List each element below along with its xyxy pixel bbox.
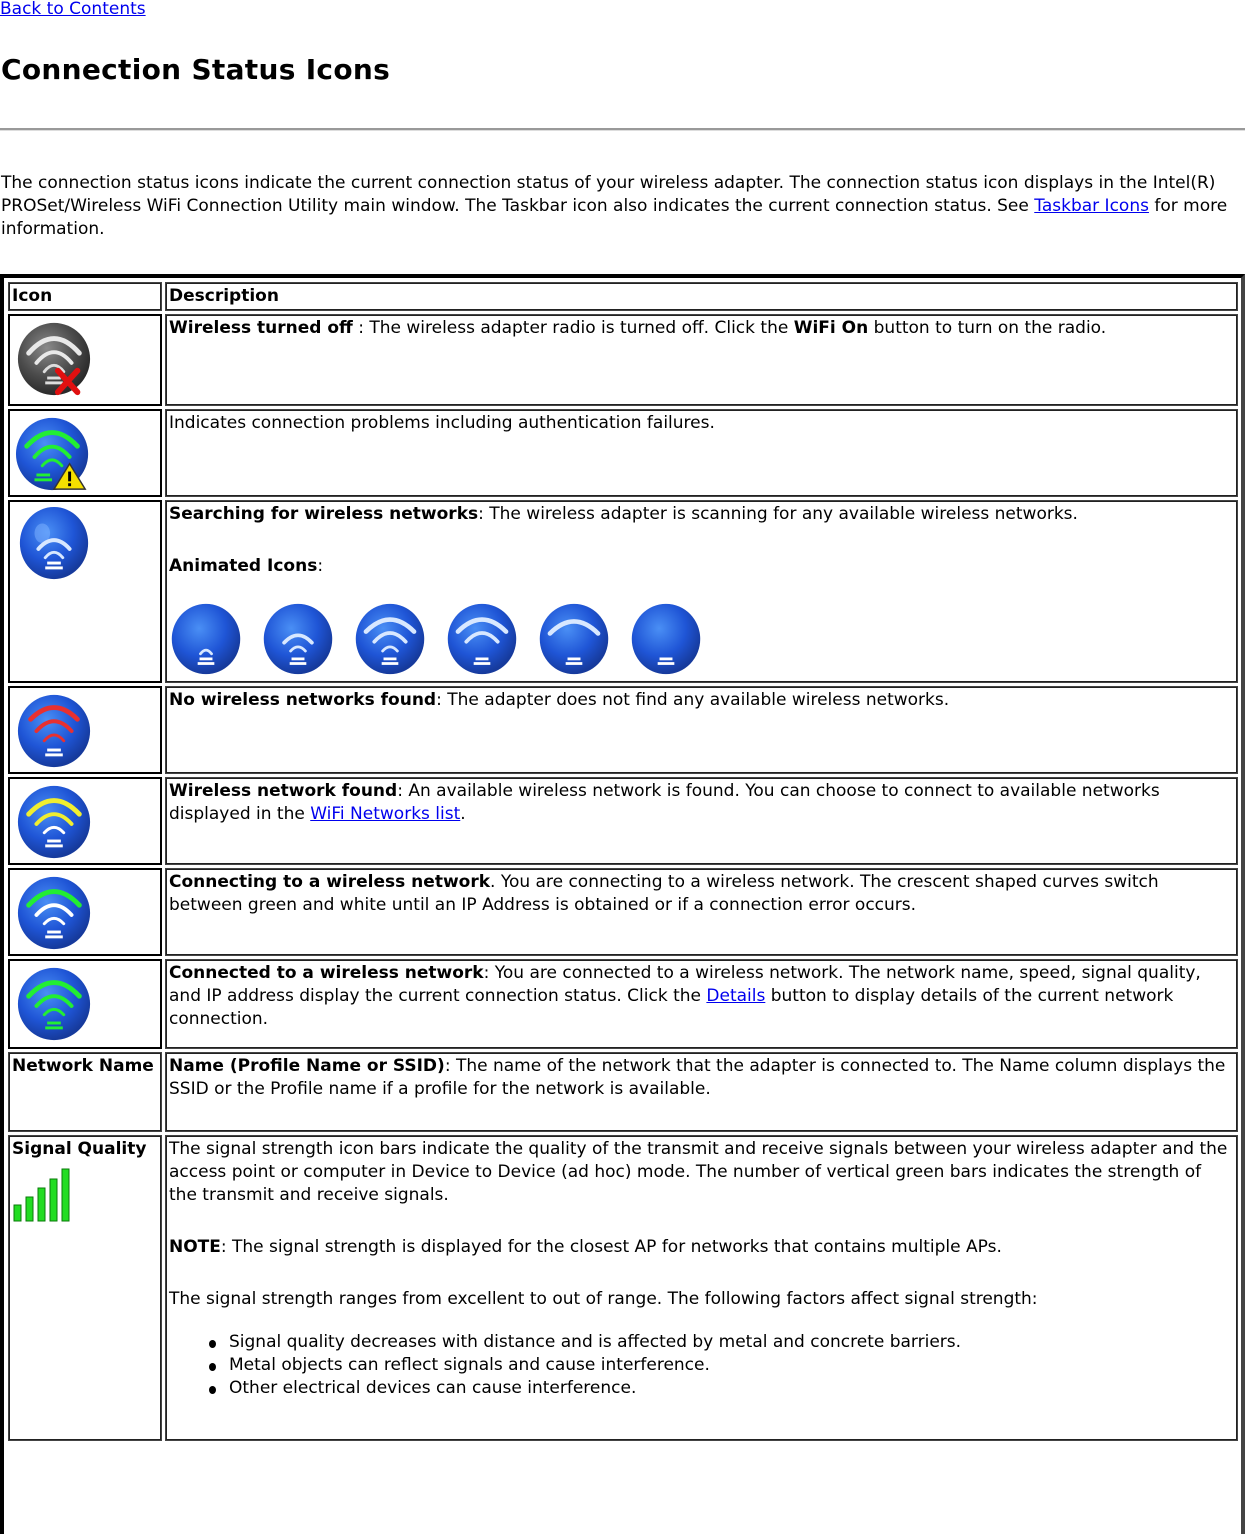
details-link[interactable]: Details	[706, 986, 765, 1006]
wifi-searching-icon	[19, 506, 89, 580]
separator: :	[397, 781, 409, 801]
row-title: Wireless turned off	[169, 318, 353, 338]
description-cell: Connecting to a wireless network. You ar…	[165, 868, 1238, 956]
list-item: Metal objects can reflect signals and ca…	[209, 1354, 1234, 1377]
description-cell: No wireless networks found: The adapter …	[165, 686, 1238, 774]
icon-cell	[8, 959, 162, 1049]
row-text: The signal strength icon bars indicate t…	[169, 1139, 1228, 1205]
table-row: Network Name Name (Profile Name or SSID)…	[8, 1052, 1238, 1132]
row-label: Network Name	[12, 1056, 154, 1076]
note-text: : The signal strength is displayed for t…	[220, 1237, 1002, 1257]
separator: :	[317, 556, 324, 576]
searching-frame-4-icon	[447, 603, 517, 675]
row-label: Signal Quality	[12, 1139, 147, 1159]
wifi-networks-list-link[interactable]: WiFi Networks list	[310, 804, 460, 824]
label-cell: Signal Quality	[8, 1135, 162, 1441]
header-icon: Icon	[8, 282, 162, 311]
row-title: Wireless network found	[169, 781, 398, 801]
description-cell: Wireless network found: An available wir…	[165, 777, 1238, 865]
description-cell: Indicates connection problems including …	[165, 409, 1238, 497]
icon-cell	[8, 686, 162, 774]
table-row: Indicates connection problems including …	[8, 409, 1238, 497]
back-to-contents-link[interactable]: Back to Contents	[0, 0, 146, 20]
status-icons-table: Icon Description Wireless turned off : T…	[5, 279, 1241, 1444]
searching-frame-3-icon	[355, 603, 425, 675]
icon-cell	[8, 777, 162, 865]
wifi-on-label: WiFi On	[793, 318, 869, 338]
header-description: Description	[165, 282, 1238, 311]
description-cell: The signal strength icon bars indicate t…	[165, 1135, 1238, 1441]
separator: :	[483, 963, 495, 983]
label-cell: Network Name	[8, 1052, 162, 1132]
description-cell: Connected to a wireless network: You are…	[165, 959, 1238, 1049]
row-text: Indicates connection problems including …	[169, 413, 715, 433]
table-row: Wireless turned off : The wireless adapt…	[8, 314, 1238, 406]
separator: :	[478, 504, 490, 524]
signal-bars-icon	[13, 1168, 70, 1222]
description-cell: Name (Profile Name or SSID): The name of…	[165, 1052, 1238, 1132]
icon-cell	[8, 314, 162, 406]
searching-frame-1-icon	[171, 603, 241, 675]
wifi-no-networks-icon	[17, 694, 91, 768]
row-text: The wireless adapter radio is turned off…	[369, 318, 794, 338]
icon-cell	[8, 409, 162, 497]
list-item: Signal quality decreases with distance a…	[209, 1331, 1234, 1354]
intro-paragraph: The connection status icons indicate the…	[1, 172, 1241, 241]
range-text: The signal strength ranges from excellen…	[169, 1289, 1038, 1309]
wifi-off-icon	[17, 322, 91, 396]
separator: :	[352, 318, 370, 338]
status-icons-table-frame: Icon Description Wireless turned off : T…	[0, 274, 1245, 1534]
searching-frame-2-icon	[263, 603, 333, 675]
list-item: Other electrical devices can cause inter…	[209, 1377, 1234, 1400]
table-header-row: Icon Description	[8, 282, 1238, 311]
wifi-warning-icon	[15, 417, 89, 491]
animated-icons-label: Animated Icons	[169, 556, 318, 576]
row-text-end: button to turn on the radio.	[868, 318, 1107, 338]
separator: :	[444, 1056, 456, 1076]
row-title: Searching for wireless networks	[169, 504, 479, 524]
row-title: Connected to a wireless network	[169, 963, 484, 983]
signal-factors-list: Signal quality decreases with distance a…	[169, 1331, 1234, 1400]
row-title: Connecting to a wireless network	[169, 872, 491, 892]
searching-frame-5-icon	[539, 603, 609, 675]
taskbar-icons-link[interactable]: Taskbar Icons	[1034, 196, 1149, 216]
icon-cell	[8, 868, 162, 956]
table-row: Connected to a wireless network: You are…	[8, 959, 1238, 1049]
row-text-end: .	[460, 804, 466, 824]
page-title: Connection Status Icons	[1, 53, 391, 86]
icon-cell	[8, 500, 162, 683]
table-row: Connecting to a wireless network. You ar…	[8, 868, 1238, 956]
title-divider	[0, 128, 1245, 131]
row-title: No wireless networks found	[169, 690, 437, 710]
row-text: The wireless adapter is scanning for any…	[489, 504, 1078, 524]
table-row: Signal Quality The signal strength icon …	[8, 1135, 1238, 1441]
wifi-found-icon	[17, 785, 91, 859]
description-cell: Wireless turned off : The wireless adapt…	[165, 314, 1238, 406]
wifi-connecting-icon	[17, 876, 91, 950]
wifi-connected-icon	[17, 967, 91, 1041]
row-text: The adapter does not find any available …	[447, 690, 950, 710]
row-title: Name (Profile Name or SSID)	[169, 1056, 445, 1076]
separator: :	[436, 690, 448, 710]
table-row: Searching for wireless networks: The wir…	[8, 500, 1238, 683]
table-row: No wireless networks found: The adapter …	[8, 686, 1238, 774]
animated-icons-strip	[169, 600, 1234, 678]
note-label: NOTE	[169, 1237, 221, 1257]
searching-frame-6-icon	[631, 603, 701, 675]
separator: .	[490, 872, 501, 892]
description-cell: Searching for wireless networks: The wir…	[165, 500, 1238, 683]
table-row: Wireless network found: An available wir…	[8, 777, 1238, 865]
